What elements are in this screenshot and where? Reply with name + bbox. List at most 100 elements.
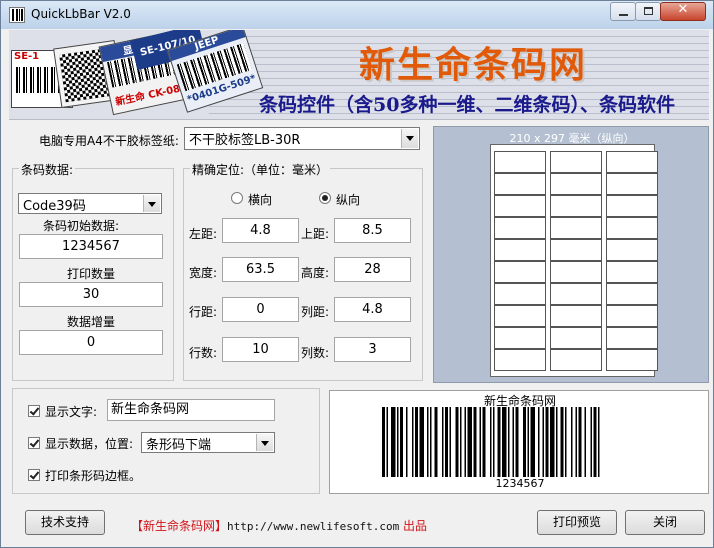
maximize-button[interactable] [635,2,661,21]
label-cell [494,173,546,195]
paper-select[interactable]: 不干胶标签LB-30R [184,127,420,150]
barcode-bar [523,407,526,477]
barcode-type-select[interactable]: Code39码 [18,193,162,214]
col-gap-input[interactable]: 4.8 [334,297,411,322]
a4-sheet [490,144,658,377]
print-count-input[interactable]: 30 [19,282,163,307]
barcode-bar [593,407,597,477]
data-position-value: 条形码下端 [146,438,212,453]
barcode-bar [590,407,592,477]
barcode-bar [382,407,385,477]
row-gap-input[interactable]: 0 [222,297,299,322]
label-cell [606,195,658,217]
barcode-bar [578,407,582,477]
barcode-bar [391,407,396,477]
show-data-label[interactable]: 显示数据，位置: [45,435,133,452]
credit-suffix: 出品 [403,519,428,533]
top-margin-input[interactable]: 8.5 [334,218,411,243]
chevron-down-icon[interactable] [401,129,418,148]
banner: SE-1 显示器 新生命 CK-08 SE-107/10 JEEP *0401G… [9,30,709,120]
width-input[interactable]: 63.5 [222,257,299,282]
close-button[interactable]: 关闭 [625,510,705,535]
title-bar[interactable]: QuickLbBar V2.0 ✕ [1,1,713,29]
label-cell [494,217,546,239]
increment-input[interactable]: 0 [19,330,163,355]
height-label: 高度: [301,266,330,280]
label-cell [494,151,546,173]
app-window: QuickLbBar V2.0 ✕ SE-1 显示器 新生命 CK-08 SE-… [0,0,714,548]
barcode-bar [515,407,519,477]
label-cell [550,327,602,349]
col-gap-label: 列距: [301,305,330,319]
label-sheet-preview: 210 x 297 毫米（纵向） [433,126,709,383]
barcode-bar [575,407,577,477]
tech-support-button[interactable]: 技术支持 [25,510,105,535]
cols-input[interactable]: 3 [334,337,411,362]
barcode-bar [442,407,444,477]
label-cell [606,283,658,305]
barcode-bar [556,407,558,477]
minimize-button[interactable] [610,2,636,21]
label-cell [550,217,602,239]
label-cell [606,217,658,239]
show-text-input[interactable]: 新生命条码网 [107,399,275,421]
credit-url-link[interactable]: http://www.newlifesoft.com [227,520,399,533]
barcode-bar [400,407,403,477]
barcode-bar [565,407,567,477]
barcode-bar [415,407,418,477]
barcode-bar [464,407,466,477]
barcode-bar [497,407,501,477]
height-input[interactable]: 28 [334,257,411,282]
credit-name: 【新生命条码网】 [131,519,228,533]
label-cell [606,261,658,283]
orientation-vertical-radio[interactable] [319,192,331,204]
barcode-bar [482,407,486,477]
show-text-checkbox[interactable] [28,405,40,417]
label-cell [606,151,658,173]
barcode-bar [560,407,564,477]
label-cell [550,173,602,195]
data-position-select[interactable]: 条形码下端 [141,432,275,453]
chevron-down-icon[interactable] [256,434,273,451]
barcode-bar [430,407,432,477]
initial-data-input[interactable]: 1234567 [19,234,163,259]
barcode-bar [397,407,399,477]
barcode-bar [542,407,544,477]
barcode-bar [467,407,472,477]
rows-input[interactable]: 10 [222,337,299,362]
orientation-horizontal-label[interactable]: 横向 [248,191,272,208]
chevron-down-icon[interactable] [143,195,160,212]
label-cell [550,305,602,327]
barcode-bar [508,407,510,477]
barcode-bar [406,407,408,477]
show-data-checkbox[interactable] [28,437,40,449]
barcode-bottom-text: 1234567 [495,477,545,490]
barcode-bar [584,407,586,477]
print-count-label: 打印数量 [67,267,116,281]
barcode-app-icon [9,7,25,23]
print-border-checkbox[interactable] [28,469,40,481]
barcode-bar [550,407,555,477]
label-cell [606,349,658,371]
row-gap-label: 行距: [189,305,218,319]
label-cell [606,305,658,327]
label-cell [494,261,546,283]
print-border-label[interactable]: 打印条形码边框。 [45,467,141,484]
increment-label: 数据增量 [67,315,116,329]
print-preview-button[interactable]: 打印预览 [537,510,617,535]
label-cell [550,195,602,217]
paper-select-value: 不干胶标签LB-30R [189,133,301,148]
top-margin-label: 上距: [301,227,330,241]
barcode-bar [527,407,529,477]
barcode-bar [490,407,492,477]
orientation-horizontal-radio[interactable] [231,192,243,204]
show-text-label[interactable]: 显示文字: [45,403,97,420]
label-cell [550,261,602,283]
barcode-bar [598,407,600,477]
barcode-bar [493,407,495,477]
left-margin-input[interactable]: 4.8 [222,218,299,243]
close-icon: ✕ [677,2,689,17]
close-window-button[interactable]: ✕ [660,2,706,21]
orientation-vertical-label[interactable]: 纵向 [336,191,360,208]
barcode-bar [445,407,448,477]
